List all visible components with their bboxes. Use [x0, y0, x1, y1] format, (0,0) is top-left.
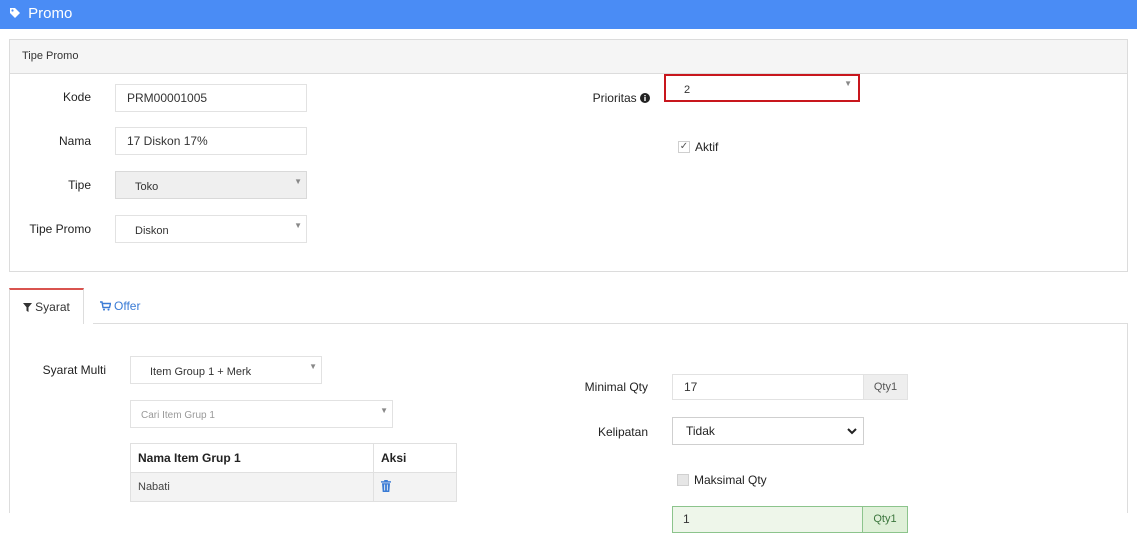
minimal-qty-input[interactable]: 17 [672, 374, 864, 400]
chevron-down-icon [847, 428, 857, 435]
cart-icon [100, 301, 112, 311]
tag-icon [10, 8, 20, 18]
cari-item-grup-placeholder: Cari Item Grup 1 [141, 410, 215, 421]
trash-icon[interactable] [381, 479, 391, 492]
col-nama-item-grup: Nama Item Grup 1 [130, 443, 374, 473]
maksimal-qty-input[interactable]: 1 [683, 507, 690, 532]
item-grup-table: Nama Item Grup 1 Aksi Nabati [130, 443, 457, 502]
prioritas-label: Prioritas [580, 91, 650, 105]
cari-item-grup-select[interactable]: Cari Item Grup 1 ▼ [130, 400, 393, 428]
caret-down-icon: ▼ [380, 406, 388, 415]
kelipatan-value: Tidak [686, 424, 715, 438]
prioritas-label-text: Prioritas [592, 91, 637, 105]
tab-offer-label: Offer [114, 299, 141, 313]
cell-nama: Nabati [130, 472, 374, 502]
caret-down-icon: ▼ [309, 362, 317, 371]
panel-title: Tipe Promo [10, 40, 1127, 74]
caret-down-icon: ▼ [844, 79, 852, 88]
tipe-select-value: Toko [135, 181, 159, 193]
tab-syarat[interactable]: Syarat [9, 288, 84, 324]
kode-input[interactable]: PRM00001005 [115, 84, 307, 112]
nama-input[interactable]: 17 Diskon 17% [115, 127, 307, 155]
minimal-qty-label: Minimal Qty [584, 380, 648, 394]
title-bar: Promo [0, 0, 1137, 29]
tipe-promo-select-value: Diskon [135, 225, 169, 237]
cell-aksi [373, 472, 457, 502]
tab-syarat-label: Syarat [35, 300, 70, 314]
kelipatan-label: Kelipatan [597, 425, 648, 439]
filter-icon [23, 303, 33, 312]
page-body: Tipe Promo Kode PRM00001005 Nama 17 Disk… [0, 29, 1137, 533]
tipe-select[interactable]: Toko ▼ [115, 171, 307, 199]
tipe-label: Tipe [68, 178, 91, 192]
minimal-qty-unit: Qty1 [863, 374, 908, 400]
tab-offer[interactable]: Offer [100, 288, 140, 324]
tab-bar: Syarat Offer [9, 288, 1128, 324]
syarat-multi-select[interactable]: Item Group 1 + Merk ▼ [130, 356, 322, 384]
table-header-row: Nama Item Grup 1 Aksi [130, 443, 457, 473]
maksimal-qty-field: 1 Qty1 [672, 506, 908, 533]
tipe-promo-select[interactable]: Diskon ▼ [115, 215, 307, 243]
table-row: Nabati [130, 472, 457, 502]
prioritas-select-value: 2 [684, 84, 691, 96]
syarat-multi-label: Syarat Multi [42, 363, 106, 377]
syarat-multi-value: Item Group 1 + Merk [150, 366, 252, 378]
kode-label: Kode [62, 90, 91, 104]
aktif-checkbox[interactable]: ✓ [678, 141, 690, 153]
maksimal-qty-unit: Qty1 [862, 507, 907, 532]
tipe-promo-label: Tipe Promo [29, 222, 91, 236]
aktif-label: Aktif [695, 140, 719, 154]
maksimal-qty-checkbox[interactable] [677, 474, 689, 486]
maksimal-qty-label: Maksimal Qty [694, 473, 767, 487]
caret-down-icon: ▼ [294, 221, 302, 230]
info-icon [640, 93, 650, 103]
caret-down-icon: ▼ [294, 177, 302, 186]
nama-label: Nama [58, 134, 91, 148]
prioritas-select[interactable]: 2 ▼ [664, 74, 860, 102]
kelipatan-select[interactable]: Tidak [672, 417, 864, 445]
col-aksi: Aksi [373, 443, 457, 473]
page-title: Promo [28, 5, 73, 22]
